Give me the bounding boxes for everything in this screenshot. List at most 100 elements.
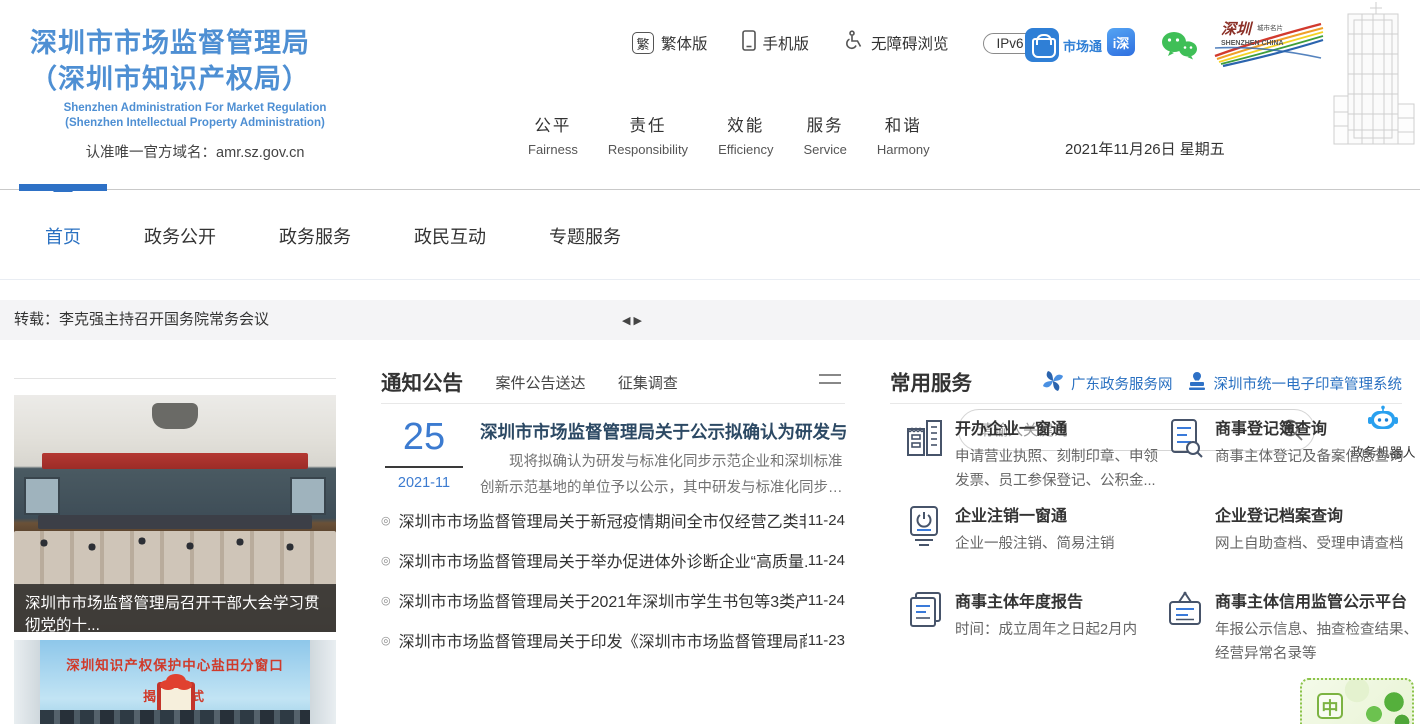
nav-item-gov-services[interactable]: 政务服务 <box>279 223 351 249</box>
report-icon <box>905 590 945 634</box>
notice-section-header: 通知公告 案件公告送达 征集调查 <box>381 366 845 398</box>
tab-surveys[interactable]: 征集调查 <box>618 372 678 393</box>
news-ticker: 转载：李克强主持召开国务院常务会议 ◀ ▶ <box>0 300 1420 340</box>
photo-screen-right <box>290 477 326 515</box>
ceremony-people <box>40 710 310 724</box>
site-title-line1: 深圳市市场监督管理局 <box>30 26 360 62</box>
guangdong-gov-service-link[interactable]: 广东政务服务网 <box>1042 370 1173 396</box>
nav-item-home[interactable]: 首页 <box>45 223 81 249</box>
pinwheel-icon <box>1042 370 1064 396</box>
bullet-icon: ◎ <box>381 514 391 527</box>
floating-green-widget[interactable]: 中 <box>1300 678 1414 724</box>
ticker-headline[interactable]: 转载：李克强主持召开国务院常务会议 <box>14 300 269 340</box>
building-sketch <box>1318 0 1418 157</box>
register-search-icon <box>1165 417 1205 461</box>
page: 深圳市市场监督管理局 （深圳市知识产权局） Shenzhen Administr… <box>0 0 1420 724</box>
ticker-next-icon[interactable]: ▶ <box>633 314 641 327</box>
service-annual-report[interactable]: 商事主体年度报告 时间：成立周年之日起2月内 <box>905 588 1167 643</box>
mobile-icon <box>742 30 756 56</box>
featured-month: 2021-11 <box>383 475 465 491</box>
i-shenzhen-app-icon[interactable]: i深 <box>1107 28 1135 56</box>
notice-item-date: 11-24 <box>808 552 845 569</box>
market-app-link[interactable]: 市场通 <box>1025 28 1102 62</box>
site-title-line2: （深圳市知识产权局） <box>30 62 360 98</box>
nav-item-gov-disclosure[interactable]: 政务公开 <box>144 223 216 249</box>
carousel-slide-meeting-photo[interactable]: 深圳市市场监督管理局召开干部大会学习贯彻党的十... <box>14 395 336 632</box>
value-harmony: 和谐 Harmony <box>877 112 930 157</box>
notice-item-date: 11-24 <box>808 512 845 529</box>
widget-zhong-badge: 中 <box>1317 693 1343 719</box>
notice-list-item[interactable]: ◎ 深圳市市场监督管理局关于举办促进体外诊断企业“高质量... 11-24 <box>381 540 845 580</box>
notice-list: ◎ 深圳市市场监督管理局关于新冠疫情期间全市仅经营乙类非... 11-24 ◎ … <box>381 500 845 660</box>
services-title: 常用服务 <box>890 372 972 395</box>
nav-item-special-topics[interactable]: 专题服务 <box>549 223 621 249</box>
traditional-label: 繁体版 <box>661 32 708 54</box>
signboard-icon <box>1165 590 1205 634</box>
traditional-version-link[interactable]: 繁 繁体版 <box>632 32 708 54</box>
site-title-en1: Shenzhen Administration For Market Regul… <box>30 101 360 116</box>
core-values: 公平 Fairness 责任 Responsibility 效能 Efficie… <box>528 112 930 157</box>
notice-item-date: 11-24 <box>808 592 845 609</box>
city-tagline: 城市名片 <box>1257 23 1283 32</box>
value-fairness: 公平 Fairness <box>528 112 578 157</box>
ticker-prev-icon[interactable]: ◀ <box>622 314 630 327</box>
services-divider <box>890 403 1402 404</box>
notice-list-item[interactable]: ◎ 深圳市市场监督管理局关于新冠疫情期间全市仅经营乙类非... 11-24 <box>381 500 845 540</box>
site-logo[interactable]: 深圳市市场监督管理局 （深圳市知识产权局） Shenzhen Administr… <box>30 26 360 162</box>
featured-date-box: 25 2021-11 <box>383 416 465 491</box>
bullet-icon: ◎ <box>381 634 391 647</box>
photo-podium-table <box>38 515 312 529</box>
accessibility-label: 无障碍浏览 <box>871 32 949 54</box>
power-icon <box>905 504 945 548</box>
service-archive-search[interactable]: 企业登记档案查询 网上自助查档、受理申请查档 <box>1165 502 1420 557</box>
market-app-icon <box>1025 28 1059 62</box>
service-deregistration[interactable]: 企业注销一窗通 企业一般注销、简易注销 <box>905 502 1167 557</box>
notice-title: 通知公告 <box>381 366 463 396</box>
carousel-top-divider <box>14 378 336 379</box>
featured-day: 25 <box>383 416 465 460</box>
notice-list-item[interactable]: ◎ 深圳市市场监督管理局关于印发《深圳市市场监督管理局商... 11-23 <box>381 620 845 660</box>
services-section-header: 常用服务 广东政务服务网 <box>890 366 1402 398</box>
more-icon[interactable] <box>819 374 841 390</box>
main-navigation: 首页 政务公开 政务服务 政民互动 专题服务 <box>0 192 1420 280</box>
accessibility-link[interactable]: 无障碍浏览 <box>843 30 949 56</box>
service-registry-search[interactable]: 商事登记簿查询 商事主体登记及备案信息查询 <box>1165 415 1420 470</box>
photo-pillar-right <box>310 640 336 724</box>
e-seal-system-link[interactable]: 深圳市统一电子印章管理系统 <box>1187 371 1403 395</box>
mobile-label: 手机版 <box>763 32 810 54</box>
accessibility-icon <box>843 30 864 56</box>
photo-audience <box>14 531 336 585</box>
carousel-caption: 深圳市市场监督管理局召开干部大会学习贯彻党的十... <box>14 584 336 632</box>
storefront-icon <box>905 417 945 461</box>
shenzhen-city-logo[interactable]: 深圳 城市名片 SHENZHEN CHINA <box>1213 18 1325 75</box>
utility-links: 繁 繁体版 手机版 无障碍浏览 IPv6 <box>632 30 1038 56</box>
photo-pillar-left <box>14 640 40 724</box>
nav-item-interaction[interactable]: 政民互动 <box>414 223 486 249</box>
photo-projector <box>152 403 198 429</box>
site-title-en2: (Shenzhen Intellectual Property Administ… <box>30 116 360 131</box>
featured-date-rule <box>385 466 463 468</box>
traditional-icon: 繁 <box>632 32 654 54</box>
notice-item-date: 11-23 <box>808 632 845 649</box>
notice-list-item[interactable]: ◎ 深圳市市场监督管理局关于2021年深圳市学生书包等3类产... 11-24 <box>381 580 845 620</box>
ticker-arrows: ◀ ▶ <box>622 300 642 340</box>
ceremony-ribbon <box>166 674 186 688</box>
mobile-version-link[interactable]: 手机版 <box>742 30 810 56</box>
active-tab-indicator <box>19 184 107 191</box>
tab-case-announcements[interactable]: 案件公告送达 <box>495 372 585 393</box>
carousel-slide-ceremony-photo[interactable]: 深圳知识产权保护中心盐田分窗口 揭牌仪式 <box>14 640 336 724</box>
service-open-business[interactable]: 开办企业一窗通 申请营业执照、刻制印章、申领发票、员工参保登记、公积金... <box>905 415 1167 494</box>
city-name-zh: 深圳 <box>1221 21 1254 38</box>
wechat-icon[interactable] <box>1160 30 1198 65</box>
service-credit-platform[interactable]: 商事主体信用监管公示平台 年报公示信息、抽查检查结果、经营异常名录等 <box>1165 588 1420 667</box>
blank-icon-slot <box>1165 504 1205 548</box>
featured-notice-summary[interactable]: 现将拟确认为研发与标准化同步示范企业和深圳标准创新示范基地的单位予以公示，其中研… <box>480 450 846 502</box>
featured-notice-title[interactable]: 深圳市市场监督管理局关于公示拟确认为研发与标... <box>480 419 846 444</box>
header-divider <box>0 189 1420 190</box>
ceremony-banner-line1: 深圳知识产权保护中心盐田分窗口 <box>40 654 310 674</box>
value-service: 服务 Service <box>803 112 846 157</box>
market-app-label: 市场通 <box>1063 36 1102 55</box>
notice-divider <box>381 403 845 404</box>
bullet-icon: ◎ <box>381 554 391 567</box>
photo-screen-left <box>24 477 60 515</box>
